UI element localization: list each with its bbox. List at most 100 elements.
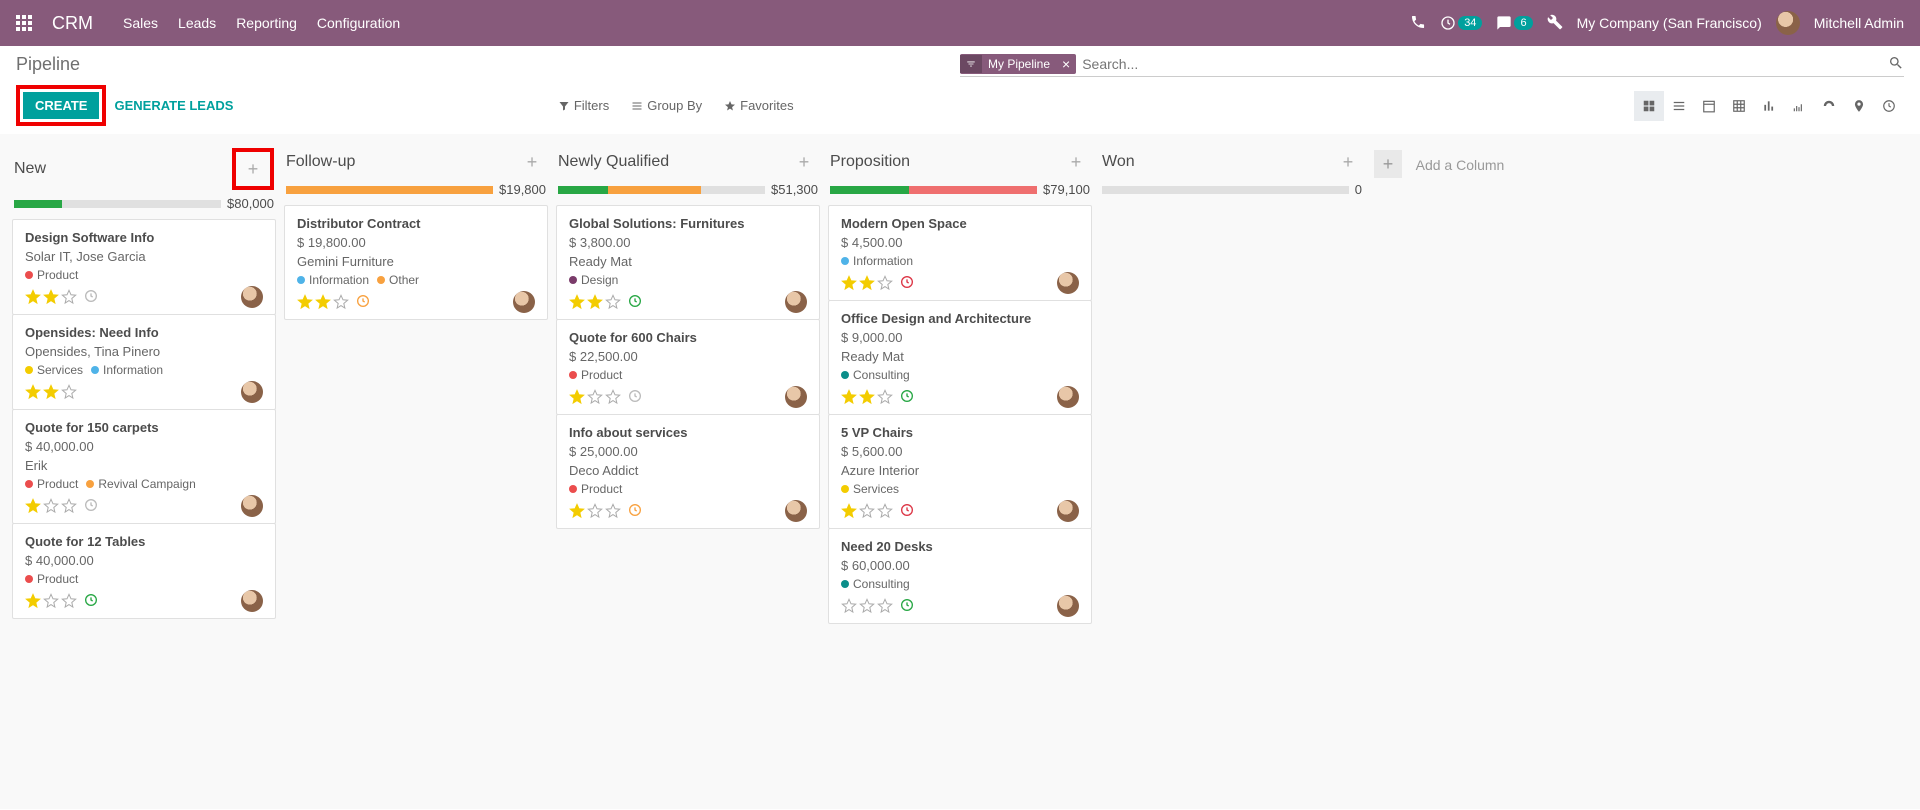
add-column-button[interactable]: + xyxy=(1374,150,1402,178)
kanban-card[interactable]: Design Software Info Solar IT, Jose Garc… xyxy=(12,219,276,315)
add-column-label[interactable]: Add a Column xyxy=(1416,157,1505,173)
activities-icon[interactable]: 34 xyxy=(1440,15,1482,31)
kanban-column: New + $80,000 Design Software Info Solar… xyxy=(8,144,280,799)
apps-icon[interactable] xyxy=(16,15,32,31)
priority-stars[interactable] xyxy=(569,389,621,405)
priority-stars[interactable] xyxy=(297,294,349,310)
priority-stars[interactable] xyxy=(841,503,893,519)
activity-icon[interactable] xyxy=(893,597,915,616)
column-progressbar[interactable] xyxy=(286,186,493,194)
priority-stars[interactable] xyxy=(25,593,77,609)
priority-stars[interactable] xyxy=(841,389,893,405)
view-cohort[interactable] xyxy=(1784,91,1814,121)
activity-icon[interactable] xyxy=(893,502,915,521)
kanban-card[interactable]: 5 VP Chairs $ 5,600.00 Azure Interior Se… xyxy=(828,414,1092,529)
column-title[interactable]: Won xyxy=(1102,153,1334,171)
card-avatar[interactable] xyxy=(1057,386,1079,408)
kanban-card[interactable]: Distributor Contract $ 19,800.00 Gemini … xyxy=(284,205,548,320)
card-title: Quote for 150 carpets xyxy=(25,420,263,435)
card-avatar[interactable] xyxy=(241,286,263,308)
view-kanban[interactable] xyxy=(1634,91,1664,121)
kanban-card[interactable]: Quote for 12 Tables $ 40,000.00 Product xyxy=(12,523,276,619)
view-activity[interactable] xyxy=(1874,91,1904,121)
nav-sales[interactable]: Sales xyxy=(123,15,158,31)
column-progressbar[interactable] xyxy=(558,186,765,194)
phone-icon[interactable] xyxy=(1410,14,1426,33)
view-calendar[interactable] xyxy=(1694,91,1724,121)
priority-stars[interactable] xyxy=(569,503,621,519)
view-map[interactable] xyxy=(1844,91,1874,121)
view-graph[interactable] xyxy=(1754,91,1784,121)
view-list[interactable] xyxy=(1664,91,1694,121)
card-avatar[interactable] xyxy=(785,291,807,313)
app-brand[interactable]: CRM xyxy=(52,13,93,34)
column-quick-add[interactable]: + xyxy=(1334,148,1362,176)
activity-icon[interactable] xyxy=(77,592,99,611)
kanban-card[interactable]: Quote for 150 carpets $ 40,000.00 Erik P… xyxy=(12,409,276,524)
kanban-card[interactable]: Info about services $ 25,000.00 Deco Add… xyxy=(556,414,820,529)
activity-icon[interactable] xyxy=(893,274,915,293)
kanban-card[interactable]: Office Design and Architecture $ 9,000.0… xyxy=(828,300,1092,415)
view-pivot[interactable] xyxy=(1724,91,1754,121)
debug-icon[interactable] xyxy=(1547,14,1563,33)
messages-icon[interactable]: 6 xyxy=(1496,15,1532,31)
column-quick-add[interactable]: + xyxy=(1062,148,1090,176)
column-title[interactable]: Proposition xyxy=(830,153,1062,171)
card-avatar[interactable] xyxy=(241,495,263,517)
kanban-card[interactable]: Opensides: Need Info Opensides, Tina Pin… xyxy=(12,314,276,410)
activity-icon[interactable] xyxy=(77,288,99,307)
column-title[interactable]: Newly Qualified xyxy=(558,153,790,171)
priority-stars[interactable] xyxy=(841,275,893,291)
card-avatar[interactable] xyxy=(241,381,263,403)
priority-stars[interactable] xyxy=(25,498,77,514)
card-avatar[interactable] xyxy=(1057,500,1079,522)
nav-configuration[interactable]: Configuration xyxy=(317,15,400,31)
card-subtitle: Deco Addict xyxy=(569,463,807,478)
view-dashboard[interactable] xyxy=(1814,91,1844,121)
facet-label: My Pipeline xyxy=(982,54,1056,74)
nav-reporting[interactable]: Reporting xyxy=(236,15,297,31)
priority-stars[interactable] xyxy=(841,598,893,614)
activity-icon[interactable] xyxy=(621,293,643,312)
user-name[interactable]: Mitchell Admin xyxy=(1814,15,1904,31)
column-quick-add[interactable]: + xyxy=(790,148,818,176)
priority-stars[interactable] xyxy=(25,384,77,400)
company-selector[interactable]: My Company (San Francisco) xyxy=(1577,15,1762,31)
activity-icon[interactable] xyxy=(621,502,643,521)
user-avatar[interactable] xyxy=(1776,11,1800,35)
search-input[interactable] xyxy=(1076,54,1888,74)
column-quick-add[interactable]: + xyxy=(239,155,267,183)
column-title[interactable]: New xyxy=(14,160,232,178)
filters-menu[interactable]: Filters xyxy=(558,98,609,113)
kanban-card[interactable]: Modern Open Space $ 4,500.00 Information xyxy=(828,205,1092,301)
kanban-card[interactable]: Quote for 600 Chairs $ 22,500.00 Product xyxy=(556,319,820,415)
nav-leads[interactable]: Leads xyxy=(178,15,216,31)
kanban-card[interactable]: Global Solutions: Furnitures $ 3,800.00 … xyxy=(556,205,820,320)
column-progressbar[interactable] xyxy=(1102,186,1349,194)
card-avatar[interactable] xyxy=(785,386,807,408)
priority-stars[interactable] xyxy=(25,289,77,305)
activity-icon[interactable] xyxy=(77,497,99,516)
card-avatar[interactable] xyxy=(1057,595,1079,617)
activity-icon[interactable] xyxy=(621,388,643,407)
favorites-menu[interactable]: Favorites xyxy=(724,98,793,113)
generate-leads-button[interactable]: GENERATE LEADS xyxy=(114,98,233,113)
card-avatar[interactable] xyxy=(241,590,263,612)
priority-stars[interactable] xyxy=(569,294,621,310)
column-progressbar[interactable] xyxy=(14,200,221,208)
card-amount: $ 22,500.00 xyxy=(569,349,807,364)
groupby-menu[interactable]: Group By xyxy=(631,98,702,113)
card-avatar[interactable] xyxy=(785,500,807,522)
kanban-card[interactable]: Need 20 Desks $ 60,000.00 Consulting xyxy=(828,528,1092,624)
column-title[interactable]: Follow-up xyxy=(286,153,518,171)
activity-icon[interactable] xyxy=(349,293,371,312)
facet-remove[interactable]: × xyxy=(1056,56,1076,72)
column-quick-add[interactable]: + xyxy=(518,148,546,176)
card-subtitle: Ready Mat xyxy=(569,254,807,269)
search-icon[interactable] xyxy=(1888,55,1904,74)
card-avatar[interactable] xyxy=(513,291,535,313)
activity-icon[interactable] xyxy=(893,388,915,407)
create-button[interactable]: CREATE xyxy=(23,92,99,119)
column-progressbar[interactable] xyxy=(830,186,1037,194)
card-avatar[interactable] xyxy=(1057,272,1079,294)
